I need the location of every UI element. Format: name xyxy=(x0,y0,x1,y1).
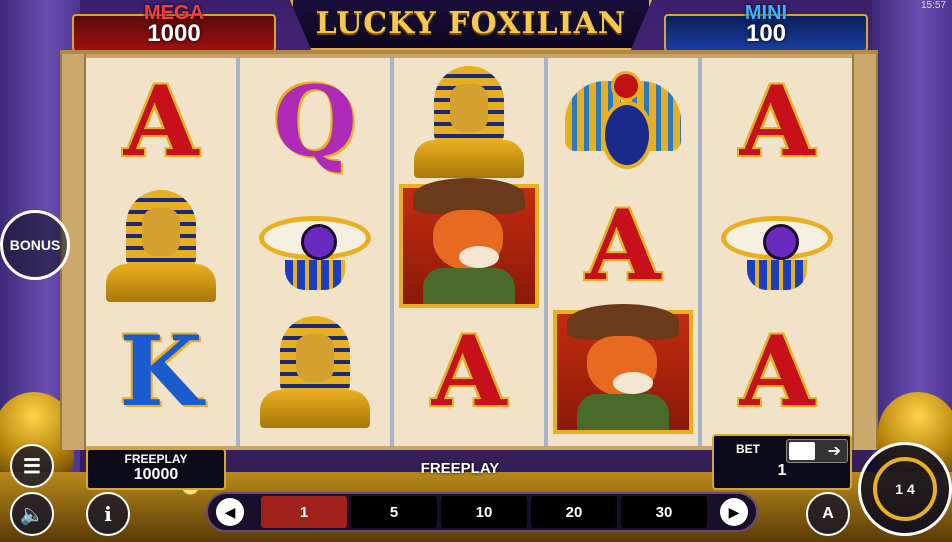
mini-jackpot: MINI 100 xyxy=(664,2,868,52)
symbol-letter: K xyxy=(119,315,203,428)
bet-option-30[interactable]: 30 xyxy=(621,496,707,528)
freeplay-value: 10000 xyxy=(133,466,179,483)
reels-grid: AKQAAAA xyxy=(86,58,852,446)
arrow-right-icon: ➔ xyxy=(827,443,841,460)
bet-toggle[interactable]: ➔ xyxy=(786,439,848,463)
freeplay-balance: FREEPLAY 10000 xyxy=(86,448,226,490)
mega-jackpot: MEGA 1000 xyxy=(72,2,276,52)
pharaoh-icon xyxy=(106,190,216,302)
spin-label: 1 4 xyxy=(895,481,915,497)
symbol-letter: Q xyxy=(273,65,357,178)
bonus-button[interactable]: BONUS xyxy=(0,210,70,280)
info-button[interactable]: i xyxy=(86,492,130,536)
eye-of-horus-icon xyxy=(717,198,837,294)
symbol-a: A xyxy=(702,314,852,430)
bet-display: BET ➔ 1 xyxy=(712,434,852,490)
hamburger-icon: ☰ xyxy=(23,455,41,478)
mini-value: 100 xyxy=(745,20,787,47)
reel-3: A xyxy=(394,58,548,446)
symbol-letter: A xyxy=(431,315,507,428)
info-icon: i xyxy=(104,502,112,526)
bet-prev-button[interactable]: ◀ xyxy=(216,498,244,526)
bet-label: BET xyxy=(736,442,760,456)
symbol-letter: A xyxy=(739,315,815,428)
fox-icon xyxy=(399,178,539,308)
symbol-k: K xyxy=(86,314,236,430)
reel-5: AA xyxy=(702,58,852,446)
symbol-a: A xyxy=(702,64,852,180)
symbol-pharaoh xyxy=(86,188,236,304)
symbol-q: Q xyxy=(240,64,390,180)
mega-value: 1000 xyxy=(147,20,201,47)
toggle-knob xyxy=(789,442,815,460)
chevron-right-icon: ▶ xyxy=(728,503,740,520)
symbol-letter: A xyxy=(585,189,661,302)
symbol-scarab xyxy=(548,64,698,180)
symbol-a: A xyxy=(86,64,236,180)
symbol-letter: A xyxy=(739,65,815,178)
fox-icon xyxy=(553,304,693,434)
bonus-label: BONUS xyxy=(9,237,61,253)
reel-4: A xyxy=(548,58,702,446)
symbol-fox-wild xyxy=(548,304,698,434)
symbol-a: A xyxy=(548,188,698,304)
symbol-eye-of-horus xyxy=(702,188,852,304)
bet-option-5[interactable]: 5 xyxy=(351,496,437,528)
bet-options: 1 5 10 20 30 xyxy=(244,496,720,528)
autoplay-icon: A xyxy=(822,505,834,522)
autoplay-button[interactable]: A xyxy=(806,492,850,536)
reel-frame: AKQAAAA xyxy=(60,50,878,450)
bet-option-10[interactable]: 10 xyxy=(441,496,527,528)
reel-1: AK xyxy=(86,58,240,446)
bet-selector: ◀ 1 5 10 20 30 ▶ xyxy=(206,492,758,532)
control-bar: ☰ 🔈 i FREEPLAY 10000 FREEPLAY BET ➔ 1 ◀ … xyxy=(0,434,952,542)
pharaoh-icon xyxy=(260,316,370,428)
bet-option-1[interactable]: 1 xyxy=(261,496,347,528)
speaker-icon: 🔈 xyxy=(19,503,45,526)
chevron-left-icon: ◀ xyxy=(224,503,236,520)
status-time: 15:57 xyxy=(920,0,946,11)
scarab-icon xyxy=(563,67,683,177)
sound-button[interactable]: 🔈 xyxy=(10,492,54,536)
pharaoh-icon xyxy=(414,66,524,178)
hieroglyph-pillar-right xyxy=(852,54,878,450)
bet-next-button[interactable]: ▶ xyxy=(720,498,748,526)
symbol-fox-wild xyxy=(394,178,544,308)
logo-text: LUCKY FOXILIAN xyxy=(315,6,627,41)
menu-button[interactable]: ☰ xyxy=(10,444,54,488)
symbol-pharaoh xyxy=(240,314,390,430)
freeplay-label: FREEPLAY xyxy=(124,452,188,466)
symbol-pharaoh xyxy=(394,64,544,180)
bet-value: 1 xyxy=(777,462,787,479)
symbol-letter: A xyxy=(123,65,199,178)
symbol-eye-of-horus xyxy=(240,188,390,304)
status-message: FREEPLAY xyxy=(420,460,500,477)
spin-icon: 1 4 xyxy=(873,457,937,521)
bet-option-20[interactable]: 20 xyxy=(531,496,617,528)
reel-2: Q xyxy=(240,58,394,446)
game-logo: LUCKY FOXILIAN xyxy=(290,0,652,51)
eye-of-horus-icon xyxy=(255,198,375,294)
spin-button[interactable]: 1 4 xyxy=(858,442,952,536)
symbol-a: A xyxy=(394,314,544,430)
